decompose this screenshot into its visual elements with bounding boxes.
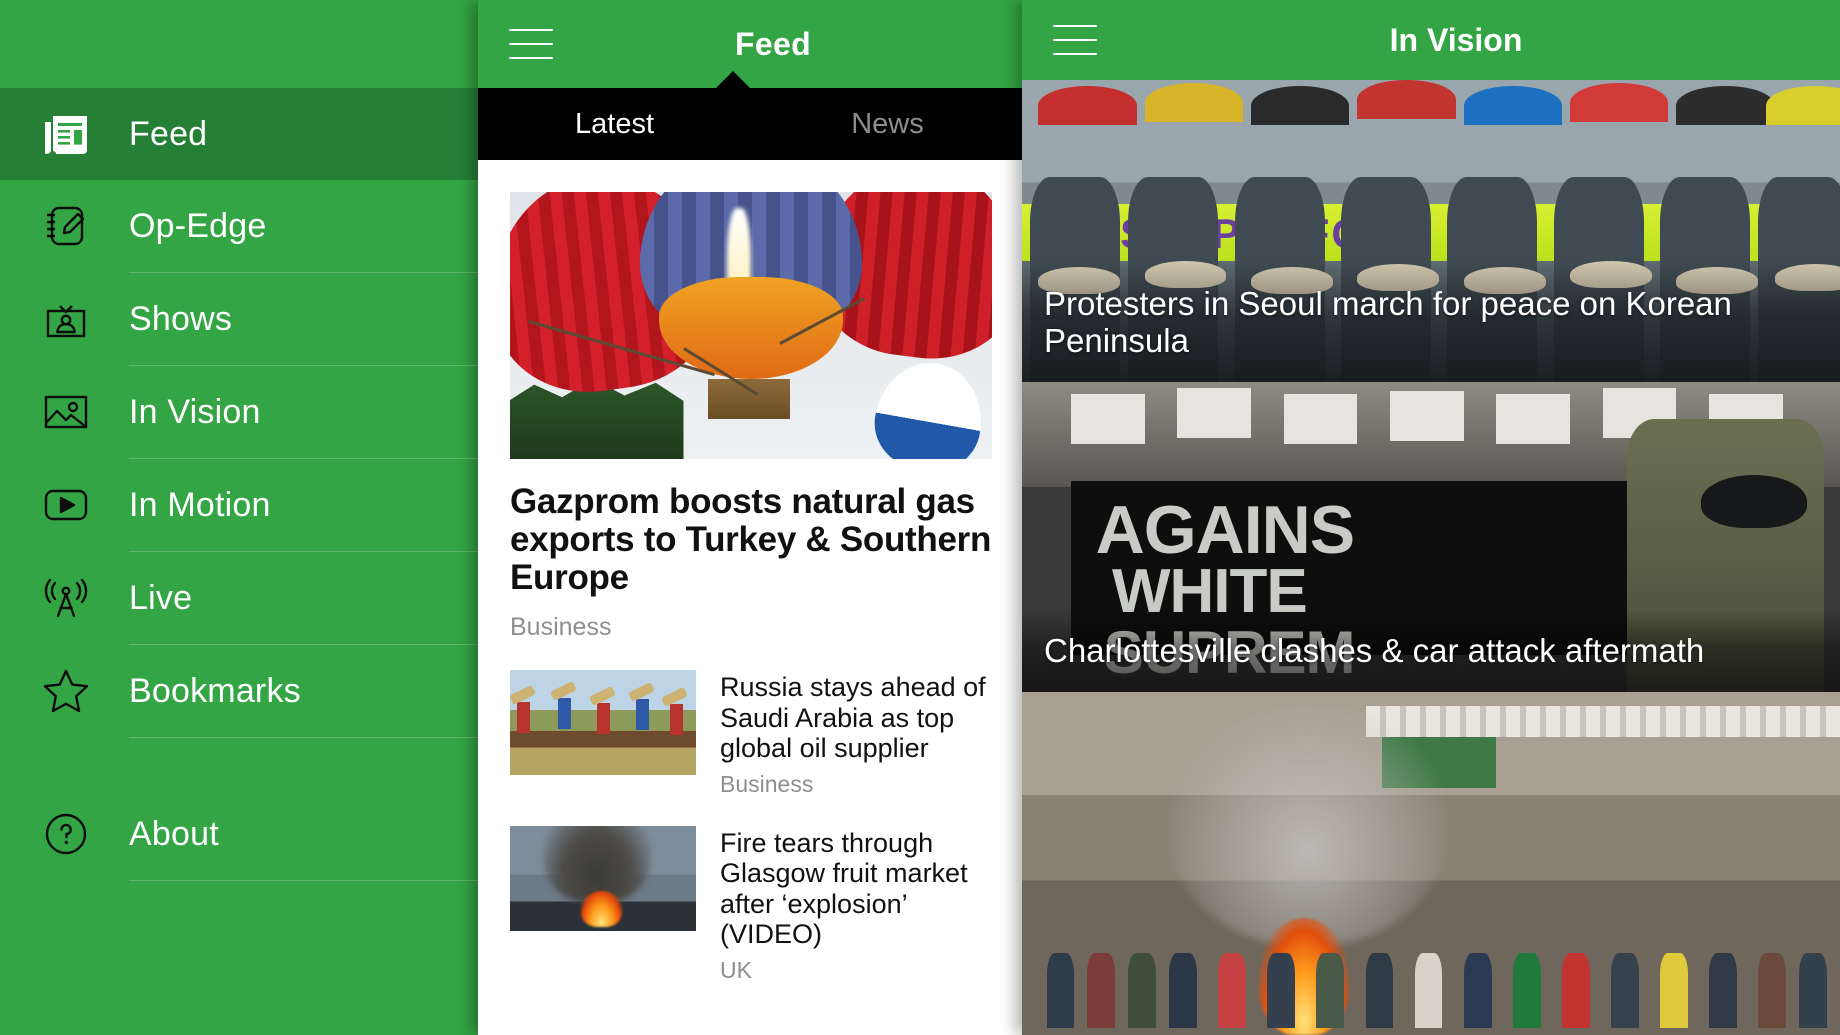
sidebar-item-label: Shows bbox=[129, 300, 233, 338]
hero-article-image bbox=[510, 192, 992, 459]
sidebar-item-label: Op-Edge bbox=[129, 207, 267, 245]
feed-panel: Feed Latest News Gazprom boosts natural … bbox=[478, 0, 1024, 1035]
hero-article[interactable]: Gazprom boosts natural gas exports to Tu… bbox=[478, 160, 1024, 642]
sidebar-item-feed[interactable]: Feed bbox=[0, 88, 480, 180]
hero-article-title: Gazprom boosts natural gas exports to Tu… bbox=[510, 482, 992, 597]
sidebar-item-about[interactable]: About bbox=[0, 788, 480, 880]
sidebar-item-label: Bookmarks bbox=[129, 672, 301, 710]
question-circle-icon bbox=[24, 811, 108, 857]
list-item-text: Fire tears through Glasgow fruit market … bbox=[720, 826, 992, 984]
vision-card-caption: Charlottesville clashes & car attack aft… bbox=[1022, 609, 1840, 692]
tab-news[interactable]: News bbox=[751, 108, 1024, 141]
sidebar-item-bookmarks[interactable]: Bookmarks bbox=[0, 645, 480, 737]
video-play-icon bbox=[24, 485, 108, 525]
in-vision-panel: In Vision STOP! UFG bbox=[1022, 0, 1840, 1035]
app-root: Feed Op-Edge Shows In Vision In Motion L… bbox=[0, 0, 1840, 1035]
sidebar-item-in-motion[interactable]: In Motion bbox=[0, 459, 480, 551]
drawer-section-gap bbox=[0, 738, 480, 788]
sidebar-item-op-edge[interactable]: Op-Edge bbox=[0, 180, 480, 272]
list-item-category: Business bbox=[720, 771, 814, 798]
list-item-thumbnail bbox=[510, 826, 696, 932]
vision-card-caption: Protesters in Seoul march for peace on K… bbox=[1022, 262, 1840, 382]
tv-person-icon bbox=[24, 296, 108, 342]
list-item-category: UK bbox=[720, 957, 752, 984]
sidebar-item-in-vision[interactable]: In Vision bbox=[0, 366, 480, 458]
page-title: Feed bbox=[735, 25, 811, 62]
list-item-thumbnail bbox=[510, 670, 696, 776]
notepad-pencil-icon bbox=[24, 204, 108, 248]
list-item-text: Russia stays ahead of Saudi Arabia as to… bbox=[720, 670, 992, 798]
navigation-drawer: Feed Op-Edge Shows In Vision In Motion L… bbox=[0, 0, 480, 1035]
sidebar-item-shows[interactable]: Shows bbox=[0, 273, 480, 365]
vision-card[interactable] bbox=[1022, 692, 1840, 1035]
sidebar-item-label: In Motion bbox=[129, 486, 271, 524]
list-item[interactable]: Russia stays ahead of Saudi Arabia as to… bbox=[478, 642, 1024, 798]
newspaper-icon bbox=[24, 114, 108, 154]
drawer-top-spacer bbox=[0, 0, 480, 88]
divider bbox=[129, 880, 480, 881]
sidebar-item-label: About bbox=[129, 815, 219, 853]
sidebar-item-live[interactable]: Live bbox=[0, 552, 480, 644]
in-vision-header: In Vision bbox=[1022, 0, 1840, 80]
active-tab-notch-icon bbox=[715, 71, 751, 89]
hero-article-category: Business bbox=[510, 613, 612, 642]
page-title: In Vision bbox=[1389, 21, 1523, 58]
photo-icon bbox=[24, 392, 108, 432]
list-item[interactable]: Fire tears through Glasgow fruit market … bbox=[478, 798, 1024, 984]
sidebar-item-label: Live bbox=[129, 579, 193, 617]
tab-latest[interactable]: Latest bbox=[478, 108, 751, 141]
sidebar-item-label: Feed bbox=[129, 115, 208, 153]
list-item-title: Fire tears through Glasgow fruit market … bbox=[720, 828, 968, 949]
broadcast-tower-icon bbox=[24, 575, 108, 621]
sidebar-item-label: In Vision bbox=[129, 393, 261, 431]
feed-list[interactable]: Gazprom boosts natural gas exports to Tu… bbox=[478, 160, 1024, 1035]
vision-card-image bbox=[1022, 692, 1840, 1035]
list-item-title: Russia stays ahead of Saudi Arabia as to… bbox=[720, 672, 986, 763]
vision-card[interactable]: STOP! UFG Protesters in Seoul marc bbox=[1022, 80, 1840, 382]
feed-header: Feed bbox=[478, 0, 1024, 88]
feed-tabbar: Latest News bbox=[478, 71, 1024, 160]
vision-card[interactable]: AGAINS WHITE SUPREM Charlottesville clas… bbox=[1022, 382, 1840, 692]
star-icon bbox=[24, 667, 108, 715]
